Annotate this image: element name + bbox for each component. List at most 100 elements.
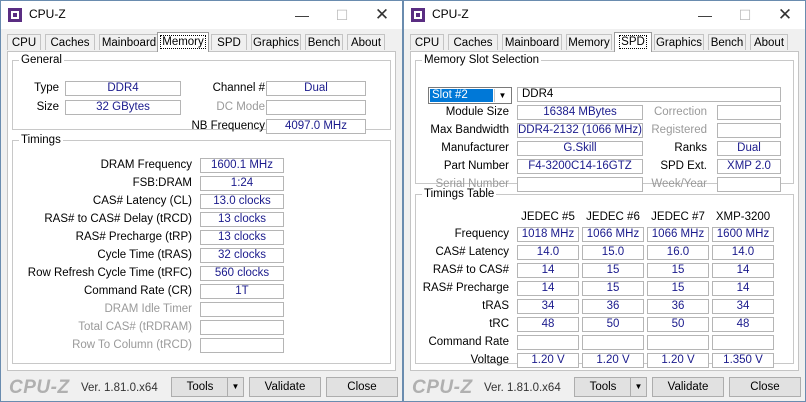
dc-mode-value (266, 100, 366, 115)
tras-cell: 36 (647, 299, 709, 314)
validate-button[interactable]: Validate (652, 377, 724, 397)
ras-to-cas-cell: 14 (517, 263, 579, 278)
minimize-button[interactable]: — (282, 1, 322, 29)
tab-graphics[interactable]: Graphics (251, 34, 301, 50)
ras-precharge-cell: 15 (647, 281, 709, 296)
channel-value: Dual (266, 81, 366, 96)
tab-memory[interactable]: Memory (157, 32, 209, 52)
ras-to-cas-cell: 14 (712, 263, 774, 278)
ras-to-cas-label: RAS# to CAS# (432, 264, 509, 276)
cas-latency-cell: 14.0 (517, 245, 579, 260)
close-button[interactable]: Close (729, 377, 801, 397)
tools-button[interactable]: Tools (574, 377, 632, 397)
dram-frequency-label: DRAM Frequency (100, 159, 192, 171)
tools-dropdown-button[interactable]: ▼ (630, 377, 647, 397)
tab-about[interactable]: About (750, 34, 788, 50)
tras-label: tRAS (482, 300, 509, 312)
tras-value: 32 clocks (200, 248, 284, 263)
maximize-button[interactable]: ☐ (725, 1, 765, 29)
tab-label: About (753, 37, 785, 49)
frequency-cell: 1066 MHz (582, 227, 644, 242)
frequency-label: Frequency (454, 228, 509, 240)
spd-ext-value: XMP 2.0 (717, 159, 781, 174)
tras-cell: 34 (517, 299, 579, 314)
tools-button[interactable]: Tools (171, 377, 229, 397)
trcd-value: 13 clocks (200, 212, 284, 227)
timings-table-legend: Timings Table (424, 188, 495, 200)
module-size-label: Module Size (445, 106, 509, 118)
tab-label: CPU (11, 37, 37, 49)
cas-latency-value: 13.0 clocks (200, 194, 284, 209)
manufacturer-value: G.Skill (517, 141, 643, 156)
trc-label: tRC (489, 318, 509, 330)
dram-idle-timer-value (200, 302, 284, 317)
column-header: XMP-3200 (715, 211, 771, 223)
close-window-button[interactable]: ✕ (765, 1, 805, 29)
timings-table-group: Timings Table JEDEC #5 JEDEC #6 JEDEC #7… (415, 188, 794, 368)
ranks-label: Ranks (674, 142, 707, 154)
cas-latency-label: CAS# Latency (CL) (92, 195, 192, 207)
ras-to-cas-cell: 15 (582, 263, 644, 278)
ras-precharge-cell: 14 (517, 281, 579, 296)
tab-spd[interactable]: SPD (614, 32, 652, 52)
fsb-dram-value: 1:24 (200, 176, 284, 191)
registered-label: Registered (651, 124, 707, 136)
cas-latency-label: CAS# Latency (435, 246, 509, 258)
dc-mode-label: DC Mode (216, 101, 265, 113)
nb-frequency-value: 4097.0 MHz (266, 119, 366, 134)
cpuz-logo: CPU-Z (412, 377, 473, 398)
tab-cpu[interactable]: CPU (7, 34, 41, 50)
column-header: JEDEC #7 (651, 211, 705, 223)
part-number-value: F4-3200C14-16GTZ (517, 159, 643, 174)
tab-label: Bench (710, 37, 744, 49)
tab-caches[interactable]: Caches (45, 34, 95, 50)
cpuz-app-icon (411, 8, 425, 22)
maximize-button[interactable]: ☐ (322, 1, 362, 29)
tab-graphics[interactable]: Graphics (654, 34, 704, 50)
tab-label: Caches (453, 37, 493, 49)
trfc-label: Row Refresh Cycle Time (tRFC) (27, 267, 192, 279)
correction-label: Correction (653, 106, 707, 118)
cpuz-app-icon (8, 8, 22, 22)
timings-legend: Timings (21, 134, 61, 146)
cas-latency-cell: 14.0 (712, 245, 774, 260)
spd-panel: Memory Slot Selection Slot #2 ▼ DDR4 Mod… (410, 51, 799, 371)
ranks-value: Dual (717, 141, 781, 156)
tab-memory[interactable]: Memory (566, 34, 612, 50)
ras-precharge-cell: 14 (712, 281, 774, 296)
size-value: 32 GBytes (65, 100, 181, 115)
fsb-dram-label: FSB:DRAM (132, 177, 192, 189)
cas-latency-cell: 15.0 (582, 245, 644, 260)
tras-label: Cycle Time (tRAS) (97, 249, 192, 261)
tab-bench[interactable]: Bench (305, 34, 343, 50)
close-window-button[interactable]: ✕ (362, 1, 402, 29)
close-button[interactable]: Close (326, 377, 398, 397)
tab-about[interactable]: About (347, 34, 385, 50)
type-label: Type (34, 82, 59, 94)
command-rate-cell (647, 335, 709, 350)
tab-mainboard[interactable]: Mainboard (99, 34, 159, 50)
chevron-down-icon[interactable]: ▼ (494, 89, 510, 102)
max-bandwidth-value: DDR4-2132 (1066 MHz) (517, 123, 643, 138)
slot-select-dropdown[interactable]: Slot #2 ▼ (428, 87, 512, 104)
row-to-column-value (200, 338, 284, 353)
general-legend: General (21, 54, 62, 66)
timings-group: Timings DRAM Frequency 1600.1 MHz FSB:DR… (12, 134, 391, 364)
tab-spd[interactable]: SPD (211, 34, 247, 50)
validate-button[interactable]: Validate (249, 377, 321, 397)
tab-label: Mainboard (504, 37, 560, 49)
voltage-cell: 1.20 V (582, 353, 644, 368)
total-cas-label: Total CAS# (tRDRAM) (78, 321, 192, 333)
tab-mainboard[interactable]: Mainboard (502, 34, 562, 50)
tab-label: Graphics (252, 37, 300, 49)
tab-cpu[interactable]: CPU (410, 34, 444, 50)
frequency-cell: 1066 MHz (647, 227, 709, 242)
minimize-button[interactable]: — (685, 1, 725, 29)
command-rate-label: Command Rate (428, 336, 509, 348)
tab-caches[interactable]: Caches (448, 34, 498, 50)
command-rate-cell (712, 335, 774, 350)
cas-latency-cell: 16.0 (647, 245, 709, 260)
tab-bench[interactable]: Bench (708, 34, 746, 50)
tools-dropdown-button[interactable]: ▼ (227, 377, 244, 397)
tab-label: Caches (50, 37, 90, 49)
